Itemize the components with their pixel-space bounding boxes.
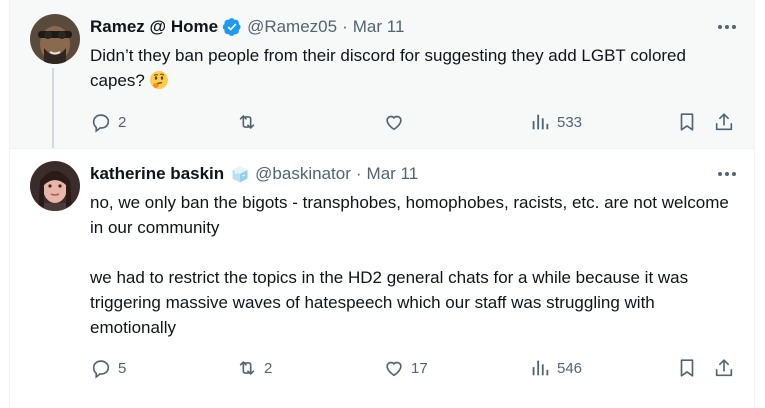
reply-count: 2: [118, 113, 127, 131]
reply-button[interactable]: 5: [90, 356, 126, 380]
header-separator: ·: [342, 17, 348, 36]
analytics-icon: [529, 357, 551, 379]
tweet-ramez[interactable]: Ramez @ Home @Ramez05 · Mar 11 Didn’t th…: [10, 0, 754, 148]
like-button[interactable]: [383, 110, 411, 134]
reply-icon: [90, 111, 112, 133]
views-count: 533: [557, 113, 583, 131]
share-button[interactable]: [713, 356, 735, 380]
tweet-paragraph: no, we only ban the bigots - transphobes…: [90, 193, 729, 237]
avatar[interactable]: [30, 161, 80, 211]
tweet-text-line: Didn’t they ban people from their discor…: [90, 46, 686, 90]
tweet-actions: 2 533: [90, 110, 750, 134]
analytics-icon: [529, 111, 551, 133]
tweet-paragraph: we had to restrict the topics in the HD2…: [90, 268, 689, 337]
views-button[interactable]: 546: [529, 356, 582, 380]
repost-button[interactable]: 2: [236, 356, 272, 380]
author-handle[interactable]: @baskinator: [255, 164, 351, 184]
tweet-text: no, we only ban the bigots - transphobes…: [90, 190, 740, 340]
header-separator: ·: [355, 164, 362, 183]
like-count: 17: [411, 359, 428, 377]
bookmark-icon: [676, 111, 698, 133]
ice-cube-emoji-icon: [230, 164, 250, 184]
reply-button[interactable]: 2: [90, 110, 126, 134]
tweet-text: Didn’t they ban people from their discor…: [90, 43, 740, 97]
tweet-header: katherine baskin @baskinator · Mar 11: [90, 163, 418, 185]
tweet-date[interactable]: Mar 11: [367, 164, 419, 184]
views-button[interactable]: 533: [529, 110, 582, 134]
bookmark-icon: [676, 357, 698, 379]
reply-thread: Ramez @ Home @Ramez05 · Mar 11 Didn’t th…: [0, 0, 765, 408]
repost-icon: [236, 357, 258, 379]
views-count: 546: [557, 359, 583, 377]
share-button[interactable]: [713, 110, 735, 134]
heart-icon: [383, 357, 405, 379]
avatar[interactable]: [30, 14, 80, 64]
author-handle[interactable]: @Ramez05: [247, 17, 337, 37]
tweet-katherine[interactable]: katherine baskin @baskinator · Mar 11 no…: [10, 149, 754, 408]
repost-button[interactable]: [236, 110, 264, 134]
author-name[interactable]: Ramez @ Home: [90, 17, 218, 37]
bookmark-button[interactable]: [676, 110, 698, 134]
like-button[interactable]: 17: [383, 356, 428, 380]
timeline-right-border: [754, 0, 755, 408]
more-options-icon[interactable]: [714, 163, 740, 185]
share-icon: [713, 111, 735, 133]
author-name[interactable]: katherine baskin: [90, 164, 224, 184]
reply-icon: [90, 357, 112, 379]
reply-count: 5: [118, 359, 127, 377]
repost-count: 2: [264, 359, 273, 377]
tweet-actions: 5 2 17 546: [90, 356, 750, 380]
bookmark-button[interactable]: [676, 356, 698, 380]
tweet-date[interactable]: Mar 11: [353, 17, 405, 37]
verified-badge-icon: [222, 17, 242, 37]
thread-connector-line: [52, 68, 54, 148]
tweet-header: Ramez @ Home @Ramez05 · Mar 11: [90, 16, 404, 38]
heart-icon: [383, 111, 405, 133]
thinking-face-emoji-icon: [149, 70, 169, 97]
share-icon: [713, 357, 735, 379]
repost-icon: [236, 111, 258, 133]
more-options-icon[interactable]: [714, 16, 740, 38]
